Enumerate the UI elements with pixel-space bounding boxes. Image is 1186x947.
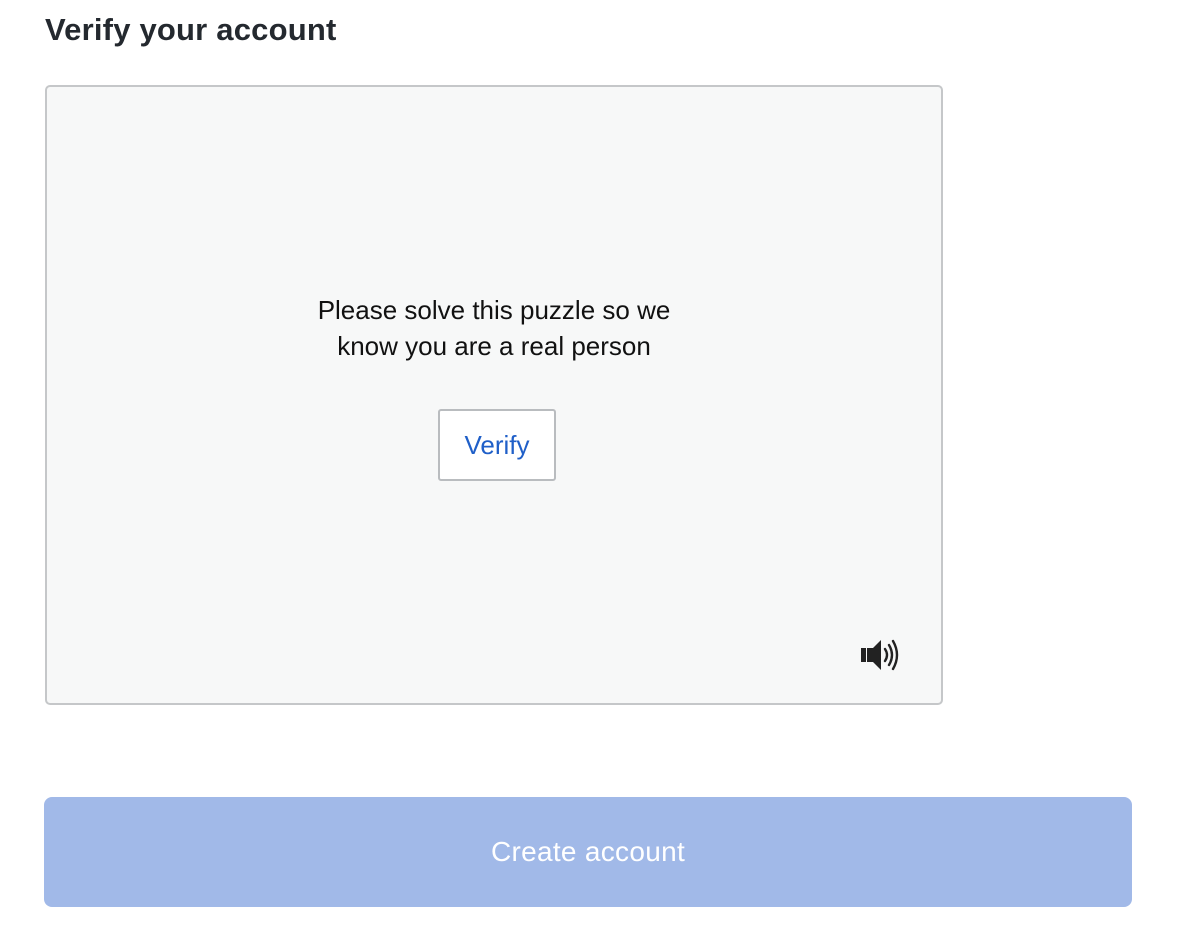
- verify-account-page: Verify your account Please solve this pu…: [0, 0, 1186, 947]
- verify-button[interactable]: Verify: [438, 409, 556, 481]
- page-title: Verify your account: [45, 12, 337, 47]
- create-account-button[interactable]: Create account: [44, 797, 1132, 907]
- speaker-icon: [859, 635, 901, 675]
- audio-challenge-button[interactable]: [859, 635, 901, 675]
- captcha-puzzle-frame: Please solve this puzzle so we know you …: [45, 85, 943, 705]
- puzzle-prompt: Please solve this puzzle so we know you …: [317, 295, 671, 361]
